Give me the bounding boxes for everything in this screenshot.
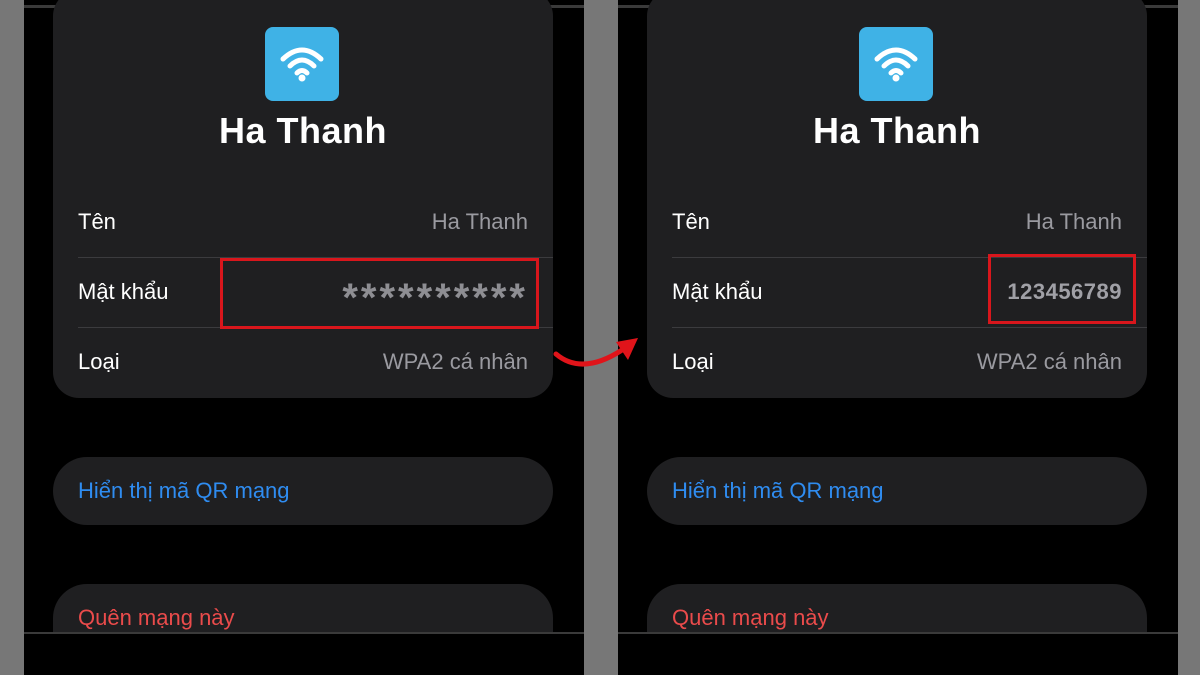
name-row: Tên Ha Thanh [78,187,528,257]
password-label: Mật khẩu [672,279,763,304]
name-value: Ha Thanh [431,209,528,234]
security-type-row: Loại WPA2 cá nhân [672,327,1122,397]
network-name-title: Ha Thanh [218,110,387,151]
name-row: Tên Ha Thanh [672,187,1122,257]
wifi-icon [265,27,339,101]
show-qr-code-button[interactable]: Hiển thị mã QR mạng [53,457,553,525]
screenshot-panel-right: Ha Thanh Tên Ha Thanh Mật khẩu 123456789… [618,0,1178,675]
wifi-icon [859,27,933,101]
curved-arrow-icon [553,338,638,367]
show-qr-code-button[interactable]: Hiển thị mã QR mạng [647,457,1147,525]
security-type-label: Loại [672,349,714,374]
password-label: Mật khẩu [78,279,169,304]
network-info-card: Ha Thanh Tên Ha Thanh Mật khẩu *********… [53,0,553,398]
show-qr-code-label: Hiển thị mã QR mạng [672,478,884,503]
show-qr-code-label: Hiển thị mã QR mạng [78,478,290,503]
password-highlight-box [220,258,539,329]
name-value: Ha Thanh [1025,209,1122,234]
security-type-value: WPA2 cá nhân [382,349,528,374]
bottom-bar [618,634,1178,675]
security-type-value: WPA2 cá nhân [976,349,1122,374]
network-name-title: Ha Thanh [812,110,981,151]
password-highlight-box [988,254,1136,324]
name-label: Tên [672,209,710,234]
divider [618,632,1178,634]
bottom-bar [24,634,584,675]
divider [24,632,584,634]
screenshot-panel-left: Ha Thanh Tên Ha Thanh Mật khẩu *********… [24,0,584,675]
network-info-card: Ha Thanh Tên Ha Thanh Mật khẩu 123456789… [647,0,1147,398]
security-type-label: Loại [78,349,120,374]
name-label: Tên [78,209,116,234]
security-type-row: Loại WPA2 cá nhân [78,327,528,397]
